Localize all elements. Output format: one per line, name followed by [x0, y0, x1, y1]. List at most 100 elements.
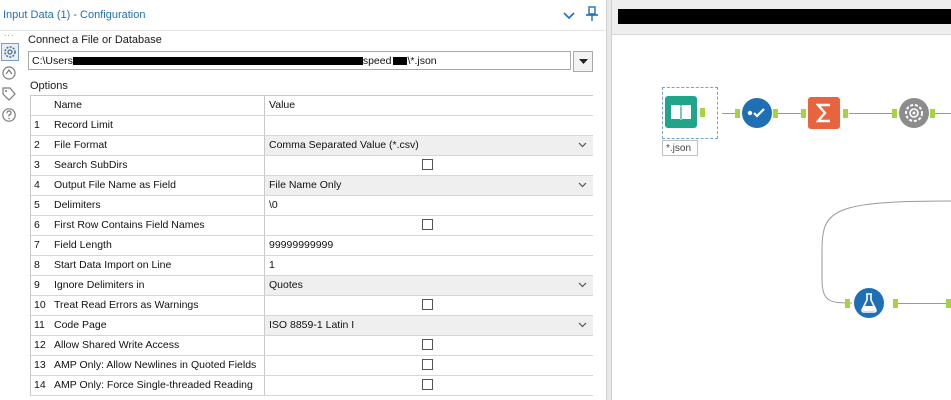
book-icon [671, 105, 691, 120]
option-value: Quotes [269, 279, 303, 291]
option-value: \0 [269, 199, 278, 211]
option-number: 12 [34, 339, 46, 351]
option-name: Start Data Import on Line [54, 259, 172, 271]
option-number: 3 [34, 159, 40, 171]
option-dropdown[interactable]: File Name Only [264, 176, 593, 195]
option-name: Treat Read Errors as Warnings [54, 299, 199, 311]
option-checkbox-cell[interactable] [264, 296, 593, 315]
option-checkbox[interactable] [422, 359, 433, 370]
json-parse-tool[interactable] [899, 98, 929, 128]
option-row: 9 Ignore Delimiters in Quotes [31, 276, 593, 296]
option-dropdown[interactable]: Quotes [264, 276, 593, 295]
option-value-field[interactable] [264, 116, 593, 135]
option-name: Record Limit [54, 119, 113, 131]
panel-grip-dots: ... [4, 28, 15, 38]
option-number: 2 [34, 139, 40, 151]
option-name: File Format [54, 139, 108, 151]
option-checkbox[interactable] [422, 299, 433, 310]
file-path-input[interactable]: C:\Users speed \*.json [28, 51, 571, 70]
gear-icon[interactable] [1, 43, 19, 61]
option-row: 14 AMP Only: Force Single-threaded Readin… [31, 376, 593, 396]
curved-connection-line [821, 200, 951, 304]
checklist-icon [747, 108, 765, 118]
option-value: 99999999999 [269, 239, 334, 251]
option-row: 13 AMP Only: Allow Newlines in Quoted Fie… [31, 356, 593, 376]
option-dropdown[interactable]: ISO 8859-1 Latin I [264, 316, 593, 335]
path-prefix: C:\Users [32, 55, 73, 67]
collapse-chevron-icon[interactable] [563, 8, 575, 26]
help-icon[interactable] [1, 107, 19, 125]
option-row: 10 Treat Read Errors as Warnings [31, 296, 593, 316]
input-tool-label: *.json [662, 140, 698, 156]
option-checkbox-cell[interactable] [264, 156, 593, 175]
input-anchor[interactable] [801, 109, 806, 118]
option-number: 1 [34, 119, 40, 131]
option-value: ISO 8859-1 Latin I [269, 319, 355, 331]
select-tool[interactable] [742, 98, 772, 128]
option-value-field[interactable]: 1 [264, 256, 593, 275]
option-checkbox-cell[interactable] [264, 216, 593, 235]
option-row: 3 Search SubDirs [31, 156, 593, 176]
option-value-field[interactable]: 99999999999 [264, 236, 593, 255]
option-name: Field Length [54, 239, 112, 251]
chevron-down-icon [578, 322, 587, 328]
tag-icon[interactable] [1, 86, 19, 104]
option-checkbox[interactable] [422, 339, 433, 350]
option-row: 7 Field Length 99999999999 [31, 236, 593, 256]
panel-title: Input Data (1) - Configuration [3, 9, 146, 21]
workflow-canvas[interactable]: *.json [612, 0, 951, 400]
option-row: 5 Delimiters \0 [31, 196, 593, 216]
input-data-tool[interactable] [665, 96, 697, 128]
output-anchor[interactable] [893, 299, 898, 308]
option-dropdown[interactable]: Comma Separated Value (*.csv) [264, 136, 593, 155]
chevron-down-icon [578, 282, 587, 288]
input-anchor[interactable] [892, 109, 897, 118]
option-checkbox-cell[interactable] [264, 376, 593, 395]
path-middle: speed [362, 55, 392, 67]
input-anchor[interactable] [845, 299, 850, 308]
output-anchor[interactable] [930, 109, 935, 118]
sigma-icon [816, 103, 830, 123]
option-checkbox-cell[interactable] [264, 336, 593, 355]
option-checkbox-cell[interactable] [264, 356, 593, 375]
option-row: 12 Allow Shared Write Access [31, 336, 593, 356]
formula-tool[interactable] [854, 288, 884, 318]
option-checkbox[interactable] [422, 379, 433, 390]
connect-label: Connect a File or Database [28, 34, 162, 46]
dropdown-arrow-icon [579, 59, 588, 64]
column-header-value: Value [264, 96, 593, 115]
option-name: Code Page [54, 319, 107, 331]
option-value: File Name Only [269, 179, 342, 191]
connection-line [849, 113, 895, 114]
option-checkbox[interactable] [422, 159, 433, 170]
output-anchor[interactable] [700, 108, 705, 117]
summarize-tool[interactable] [808, 97, 840, 129]
workflow-tab-bar [612, 0, 951, 35]
option-name: First Row Contains Field Names [54, 219, 205, 231]
input-data-selected-frame[interactable] [662, 87, 718, 139]
option-number: 10 [34, 299, 46, 311]
option-name: Output File Name as Field [54, 179, 176, 191]
redacted-block [393, 57, 408, 66]
panel-titlebar: Input Data (1) - Configuration [0, 0, 606, 31]
output-anchor[interactable] [773, 109, 778, 118]
option-value-field[interactable]: \0 [264, 196, 593, 215]
grid-header: Name Value [31, 96, 593, 116]
option-row: 2 File Format Comma Separated Value (*.csv… [31, 136, 593, 156]
path-dropdown-button[interactable] [573, 51, 593, 72]
pin-icon[interactable] [585, 6, 599, 27]
option-name: Delimiters [54, 199, 101, 211]
option-number: 7 [34, 239, 40, 251]
option-row: 4 Output File Name as Field File Name Only [31, 176, 593, 196]
option-value: 1 [269, 259, 275, 271]
column-header-name: Name [54, 99, 83, 111]
option-number: 11 [34, 319, 45, 331]
circular-arrows-icon[interactable] [1, 65, 19, 83]
options-grid: Name Value 1 Record Limit 2 File Format Comm… [30, 95, 593, 396]
output-anchor[interactable] [843, 109, 848, 118]
input-anchor[interactable] [946, 299, 951, 308]
option-row: 8 Start Data Import on Line 1 [31, 256, 593, 276]
input-anchor[interactable] [735, 109, 740, 118]
option-checkbox[interactable] [422, 219, 433, 230]
option-number: 14 [34, 379, 46, 391]
